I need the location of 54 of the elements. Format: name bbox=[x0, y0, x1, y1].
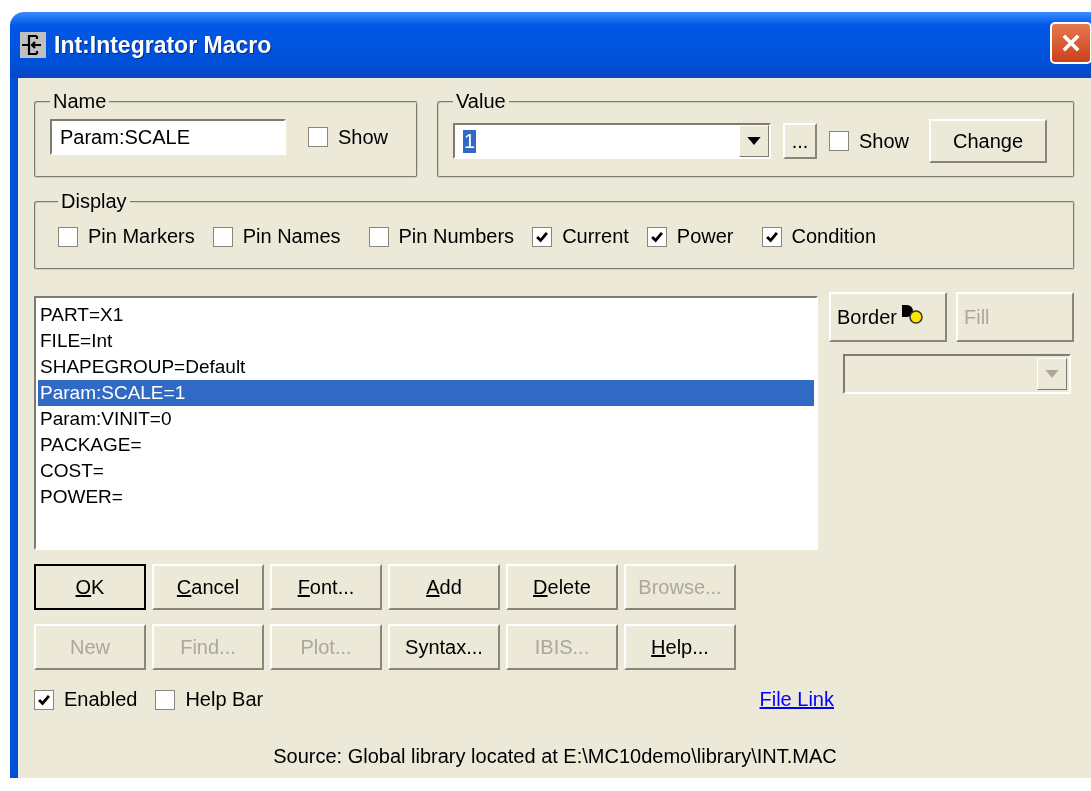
group-label: Value bbox=[455, 90, 507, 113]
attribute-list[interactable]: PART=X1 FILE=Int SHAPEGROUP=Default Param:SCALE=1 Param:VINIT=0 PACKAGE= COST= POWER= bbox=[34, 296, 818, 550]
style-button[interactable]: Border bbox=[829, 292, 947, 342]
checkbox-label[interactable]: Power bbox=[676, 225, 734, 248]
checkbox-label[interactable]: Condition bbox=[791, 225, 877, 248]
list-item[interactable]: FILE=Int bbox=[38, 328, 814, 354]
paint-icon bbox=[901, 304, 924, 324]
checkbox[interactable] bbox=[212, 226, 233, 247]
list-item[interactable]: PART=X1 bbox=[38, 302, 814, 328]
checkbox-label[interactable]: Show bbox=[859, 129, 910, 153]
source-path: Source: Global library located at E:\MC10demo\library\INT.MAC bbox=[272, 745, 838, 768]
checkbox-label[interactable]: Pin Names bbox=[242, 225, 341, 248]
checkbox-label[interactable]: Help Bar bbox=[185, 688, 264, 711]
dialog-button[interactable]: Font... bbox=[270, 564, 382, 610]
file-link[interactable]: File Link bbox=[759, 688, 834, 711]
change-button[interactable]: Change bbox=[929, 119, 1048, 163]
check-icon bbox=[37, 692, 51, 707]
group-label: Display bbox=[60, 190, 128, 213]
checkbox[interactable] bbox=[308, 127, 328, 147]
browse-button[interactable]: ... bbox=[783, 123, 817, 159]
app-icon bbox=[20, 32, 46, 58]
checkbox[interactable] bbox=[532, 226, 553, 247]
checkbox[interactable] bbox=[155, 689, 176, 710]
list-item[interactable]: PACKAGE= bbox=[38, 432, 814, 458]
list-item[interactable]: POWER= bbox=[38, 484, 814, 510]
checkbox[interactable] bbox=[368, 226, 389, 247]
check-icon bbox=[764, 229, 779, 244]
checkbox-label[interactable]: Pin Markers bbox=[88, 225, 195, 248]
check-icon bbox=[535, 229, 550, 244]
checkbox[interactable] bbox=[34, 689, 54, 710]
dialog-button[interactable]: Add bbox=[388, 564, 500, 610]
dialog-button[interactable]: Syntax... bbox=[388, 624, 500, 670]
list-item[interactable]: Param:VINIT=0 bbox=[38, 406, 814, 432]
checkbox[interactable] bbox=[829, 131, 849, 151]
check-icon bbox=[649, 229, 664, 244]
dialog-button[interactable]: Help... bbox=[624, 624, 736, 670]
checkbox-label[interactable]: Show bbox=[338, 125, 389, 149]
value-combo[interactable]: 1 bbox=[453, 123, 771, 159]
checkbox-label[interactable]: Enabled bbox=[64, 688, 138, 711]
list-item[interactable]: Param:SCALE=1 bbox=[38, 380, 814, 406]
dialog-button[interactable]: OK bbox=[34, 564, 146, 610]
checkbox[interactable] bbox=[646, 226, 667, 247]
group-label: Name bbox=[52, 90, 108, 113]
dialog-button[interactable]: Delete bbox=[506, 564, 618, 610]
list-item[interactable]: SHAPEGROUP=Default bbox=[38, 354, 814, 380]
list-item[interactable]: COST= bbox=[38, 458, 814, 484]
checkbox[interactable] bbox=[761, 226, 782, 247]
checkbox[interactable] bbox=[58, 226, 78, 247]
name-field[interactable]: Param:SCALE bbox=[50, 119, 286, 155]
checkbox-label[interactable]: Pin Numbers bbox=[398, 225, 515, 248]
window-title: Int:Integrator Macro bbox=[54, 31, 272, 59]
dialog-button[interactable]: Cancel bbox=[152, 564, 264, 610]
close-button[interactable] bbox=[1050, 22, 1091, 64]
checkbox-label[interactable]: Current bbox=[562, 225, 629, 248]
